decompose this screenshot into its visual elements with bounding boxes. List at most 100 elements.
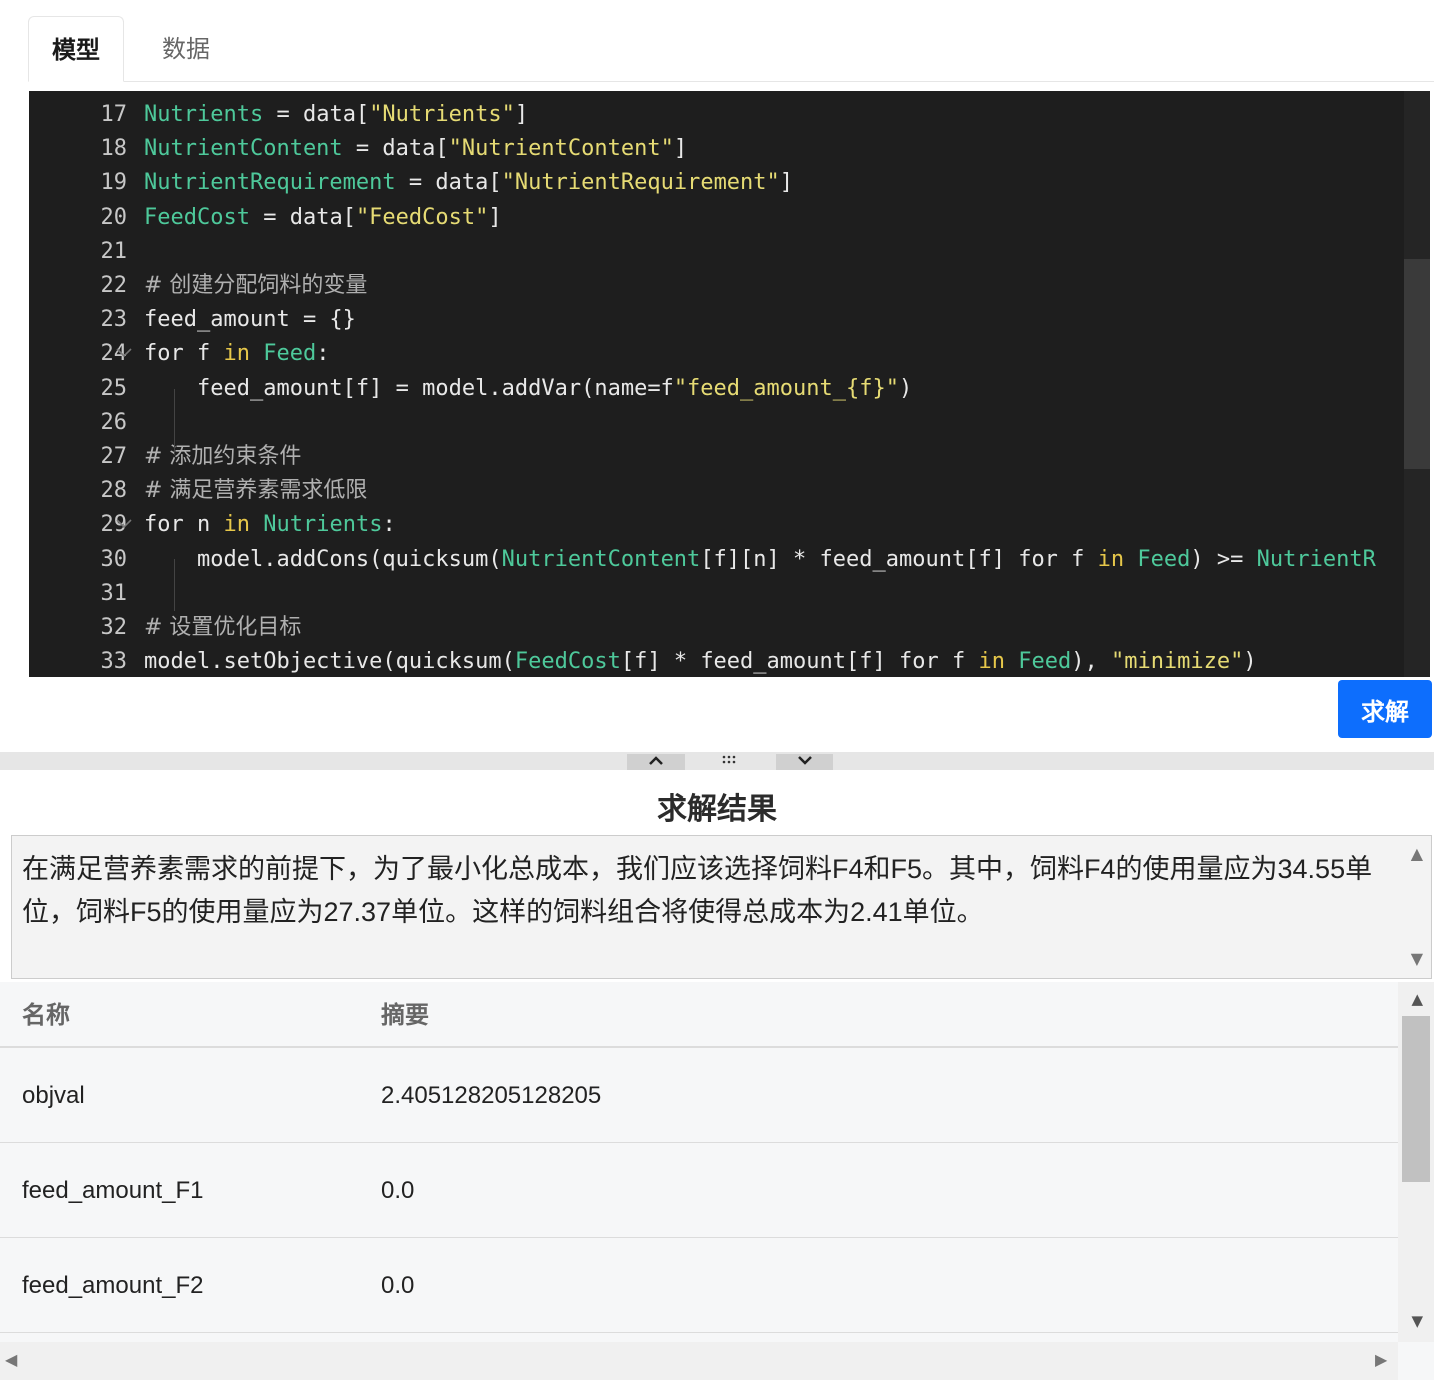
table-row: feed_amount_F2 0.0 — [0, 1238, 1398, 1333]
scroll-left-icon[interactable]: ◀ — [5, 1350, 17, 1369]
code-token: Feed — [1018, 649, 1072, 675]
code-token: Nutrients — [144, 102, 264, 127]
scroll-down-icon[interactable]: ▼ — [1411, 1312, 1423, 1330]
code-token: Feed — [263, 341, 317, 367]
code-token: NutrientRequirement — [144, 170, 396, 196]
solve-button[interactable]: 求解 — [1338, 680, 1432, 738]
code-text: NutrientRequirement = data["NutrientRequ… — [144, 166, 793, 200]
code-line[interactable]: 29 for n in Nutrients: — [29, 508, 1409, 542]
code-token: NutrientContent — [144, 136, 343, 162]
code-token: "FeedCost" — [355, 204, 489, 230]
tab-bar: 模型 数据 — [28, 16, 1434, 82]
result-title: 求解结果 — [657, 792, 777, 827]
code-line[interactable]: 21 — [29, 235, 1409, 269]
indent-guide — [174, 559, 175, 611]
code-line[interactable]: 17 Nutrients = data["Nutrients"] — [29, 98, 1409, 132]
cell-name: feed_amount_F2 — [22, 1272, 204, 1299]
table-scroll-thumb[interactable] — [1402, 1016, 1430, 1182]
code-line[interactable]: 31 — [29, 577, 1409, 611]
result-summary-text: 在满足营养素需求的前提下，为了最小化总成本，我们应该选择饲料F4和F5。其中，饲… — [22, 854, 1373, 927]
chevron-down-icon[interactable] — [776, 754, 833, 770]
code-line[interactable]: 19 NutrientRequirement = data["NutrientRe… — [29, 166, 1409, 200]
line-number: 20 — [100, 204, 128, 230]
code-token: "Nutrients" — [369, 102, 515, 127]
tab-model[interactable]: 模型 — [28, 16, 124, 82]
line-number: 29 — [100, 512, 128, 538]
code-line[interactable]: 23 feed_amount = {} — [29, 303, 1409, 337]
code-token: ] — [488, 204, 502, 230]
code-token: "minimize" — [1110, 649, 1244, 675]
line-number: 30 — [100, 546, 128, 572]
code-token: : — [316, 341, 330, 367]
code-line[interactable]: 20 FeedCost = data["FeedCost"] — [29, 201, 1409, 235]
code-token: model.addCons(quicksum( — [144, 546, 502, 572]
scroll-down-icon[interactable]: ▼ — [1411, 949, 1423, 968]
fold-chevron-icon[interactable] — [115, 508, 133, 542]
code-token: ] — [514, 102, 529, 127]
line-number: 33 — [100, 649, 128, 675]
column-header-summary: 摘要 — [381, 1001, 429, 1029]
code-token: in — [978, 649, 1005, 675]
table-header: 名称 摘要 — [0, 982, 1398, 1048]
code-token: # 创建分配饲料的变量 — [144, 273, 368, 298]
chevron-up-icon[interactable] — [627, 754, 685, 770]
line-number: 27 — [100, 444, 128, 469]
line-number: 19 — [100, 170, 128, 196]
code-line[interactable]: 25 feed_amount[f] = model.addVar(name=f"… — [29, 372, 1409, 406]
code-token: "feed_amount_{f}" — [673, 375, 899, 401]
code-line[interactable]: 30 model.addCons(quicksum(NutrientConten… — [29, 543, 1409, 577]
result-summary-box[interactable]: 在满足营养素需求的前提下，为了最小化总成本，我们应该选择饲料F4和F5。其中，饲… — [11, 835, 1432, 979]
cell-value: 0.0 — [381, 1177, 415, 1204]
fold-chevron-icon[interactable] — [115, 337, 133, 371]
column-header-name: 名称 — [22, 1001, 70, 1029]
table-vertical-scrollbar[interactable]: ▲ ▼ — [1398, 982, 1434, 1342]
scroll-up-icon[interactable]: ▲ — [1411, 844, 1423, 863]
panel-splitter[interactable] — [0, 752, 1434, 770]
code-text: model.setObjective(quicksum(FeedCost[f] … — [144, 645, 1257, 677]
code-token: ] — [779, 170, 794, 196]
code-line[interactable]: 22 # 创建分配饲料的变量 — [29, 269, 1409, 303]
code-text: Nutrients = data["Nutrients"] — [144, 98, 528, 132]
code-token: = data[ — [249, 204, 356, 230]
code-text: # 设置优化目标 — [144, 611, 301, 645]
code-line[interactable]: 32 # 设置优化目标 — [29, 611, 1409, 645]
code-token: ), — [1071, 649, 1111, 675]
table-horizontal-scrollbar[interactable]: ◀ ▶ — [0, 1342, 1398, 1380]
code-text: feed_amount = {} — [144, 303, 356, 337]
code-line[interactable]: 28 # 满足营养素需求低限 — [29, 474, 1409, 508]
editor-scroll-thumb[interactable] — [1404, 259, 1430, 469]
code-line[interactable]: 27 # 添加约束条件 — [29, 440, 1409, 474]
code-token: in — [223, 341, 250, 367]
scroll-right-icon[interactable]: ▶ — [1375, 1350, 1387, 1369]
code-text: # 满足营养素需求低限 — [144, 474, 367, 508]
code-token: "NutrientRequirement" — [501, 170, 780, 196]
editor-scrollbar[interactable] — [1404, 91, 1430, 677]
code-token: ) — [1243, 649, 1257, 675]
scroll-up-icon[interactable]: ▲ — [1411, 990, 1423, 1008]
tab-data[interactable]: 数据 — [138, 16, 234, 82]
code-editor[interactable]: 33 model.setObjective(quicksum(FeedCost[f… — [29, 91, 1430, 677]
line-number: 32 — [100, 615, 128, 640]
code-token: ] — [673, 136, 688, 162]
code-token: Nutrients — [263, 512, 383, 538]
drag-grip-icon[interactable] — [705, 754, 755, 770]
code-token: = data[ — [342, 136, 449, 162]
code-token: in — [223, 512, 250, 538]
cell-name: objval — [22, 1082, 85, 1109]
code-token: # 满足营养素需求低限 — [144, 478, 368, 504]
code-line[interactable]: 24 for f in Feed: — [29, 337, 1409, 371]
code-line[interactable]: 26 — [29, 406, 1409, 440]
code-token: "NutrientContent" — [448, 136, 674, 162]
code-token: for n — [144, 512, 224, 538]
code-token: # 添加约束条件 — [144, 444, 302, 469]
code-token: for f — [144, 341, 224, 367]
table-row: objval 2.405128205128205 — [0, 1048, 1398, 1143]
code-line[interactable]: 33 model.setObjective(quicksum(FeedCost[f… — [29, 645, 1409, 677]
code-token: feed_amount = {} — [144, 307, 356, 333]
code-line[interactable]: 18 NutrientContent = data["NutrientConten… — [29, 132, 1409, 166]
code-token: NutrientR — [1256, 546, 1376, 572]
code-text: model.addCons(quicksum(NutrientContent[f… — [144, 543, 1376, 577]
code-token: # 设置优化目标 — [144, 615, 302, 640]
